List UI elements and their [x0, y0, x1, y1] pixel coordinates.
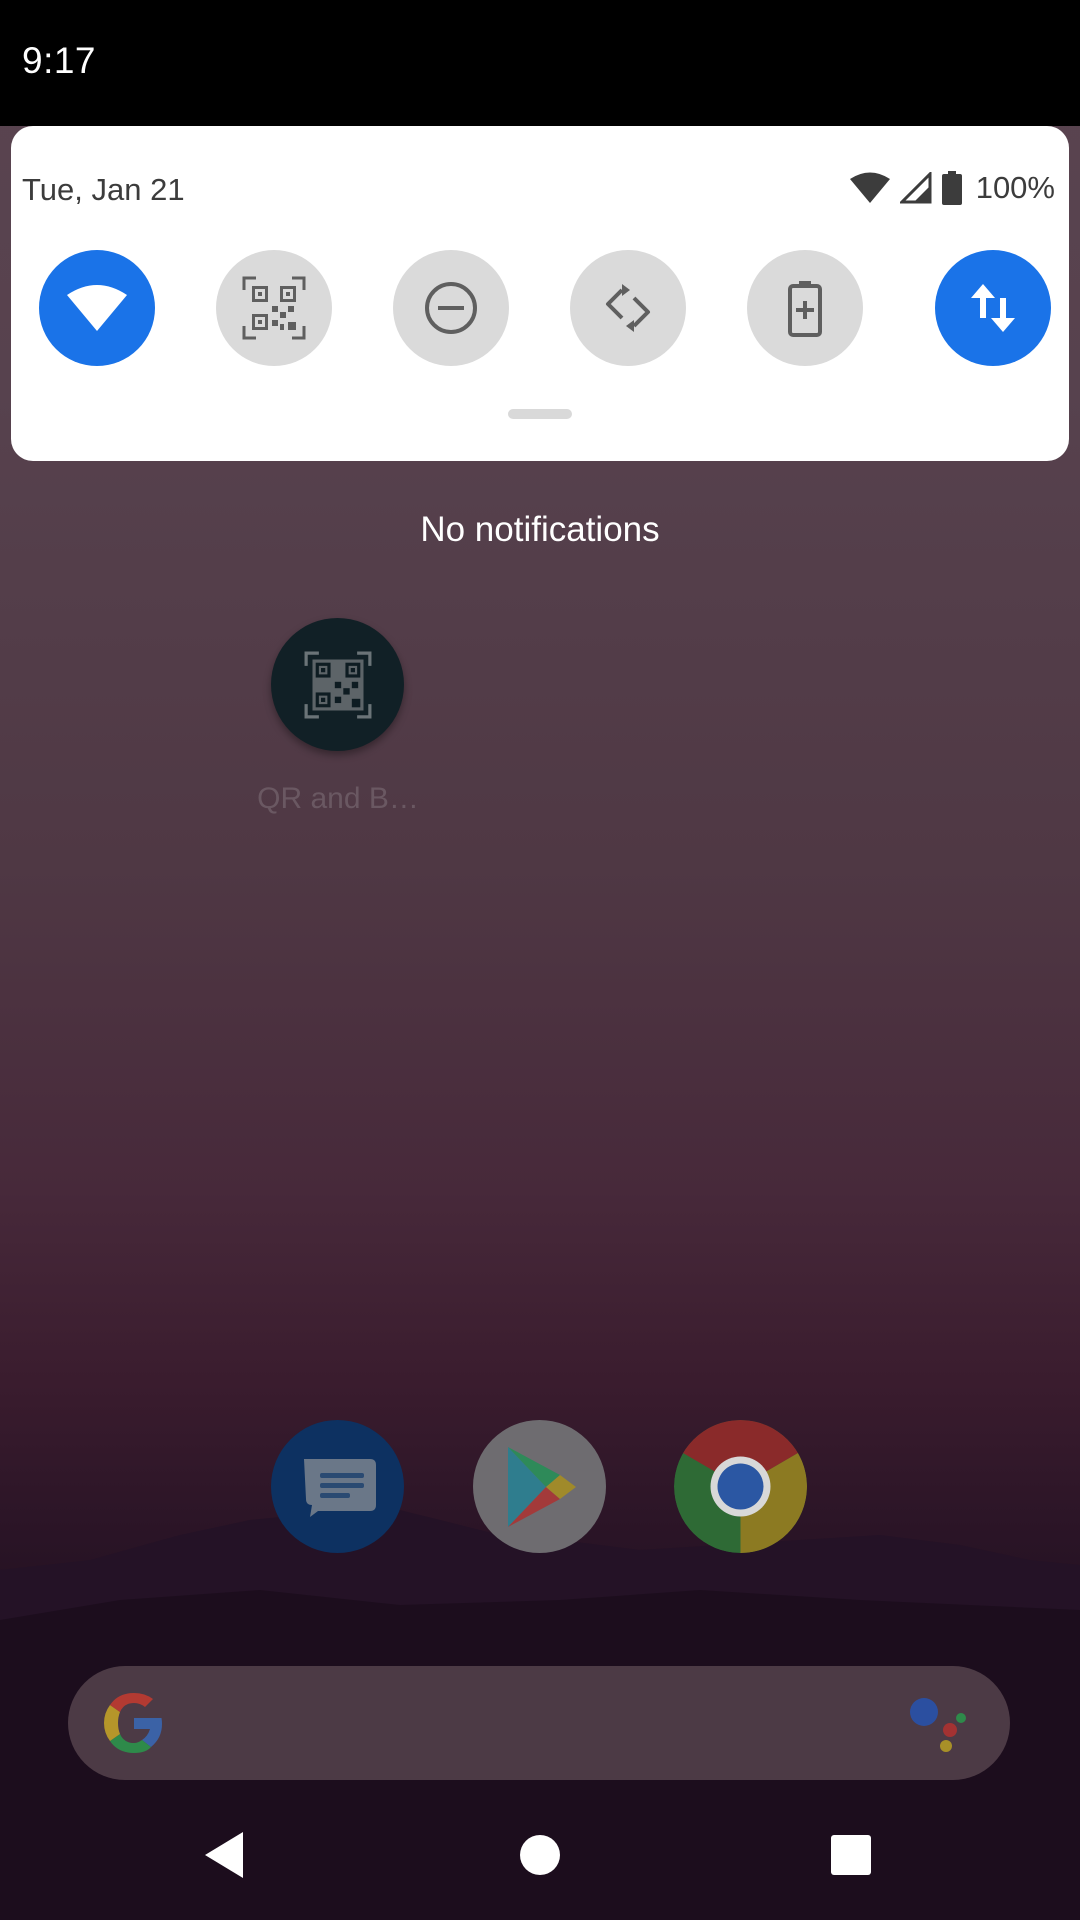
- app-label: QR and B…: [257, 782, 419, 815]
- qs-status-icons: 100%: [849, 166, 1055, 210]
- battery-saver-icon: [788, 281, 822, 337]
- google-g-icon: [104, 1693, 162, 1753]
- chrome-icon: [674, 1420, 807, 1553]
- qs-drag-handle[interactable]: [508, 409, 572, 419]
- messages-icon: [303, 1458, 376, 1517]
- dock-chrome-app[interactable]: [674, 1420, 807, 1553]
- qs-date[interactable]: Tue, Jan 21: [22, 172, 185, 208]
- cell-signal-icon: [899, 172, 932, 204]
- back-icon[interactable]: [203, 1830, 247, 1880]
- battery-percent: 100%: [975, 170, 1055, 205]
- google-search-bar[interactable]: [68, 1666, 1010, 1780]
- tile-auto-rotate[interactable]: [570, 250, 686, 366]
- status-time: 9:17: [22, 40, 97, 81]
- tile-qr-scanner[interactable]: [216, 250, 332, 366]
- qr-code-icon: [242, 276, 306, 340]
- dock-messages-app[interactable]: [271, 1420, 404, 1553]
- app-icon-qr-barcode[interactable]: [271, 618, 404, 751]
- tile-mobile-data[interactable]: [935, 250, 1051, 366]
- tile-wifi[interactable]: [39, 250, 155, 366]
- navigation-bar: [0, 1800, 1080, 1920]
- google-assistant-icon: [910, 1698, 966, 1752]
- mobile-data-icon: [971, 284, 1015, 332]
- do-not-disturb-icon: [425, 282, 477, 334]
- quick-settings-tiles: [39, 250, 1053, 366]
- tile-do-not-disturb[interactable]: [393, 250, 509, 366]
- wifi-icon: [67, 285, 127, 331]
- wifi-signal-icon: [849, 172, 890, 203]
- auto-rotate-icon: [606, 284, 650, 332]
- battery-icon: [941, 171, 962, 205]
- dock-play-store-app[interactable]: [473, 1420, 606, 1553]
- home-icon[interactable]: [519, 1834, 561, 1876]
- no-notifications-text: No notifications: [420, 510, 660, 549]
- status-bar: 9:17: [0, 0, 1080, 126]
- recents-icon[interactable]: [831, 1835, 871, 1875]
- play-store-icon: [507, 1446, 576, 1527]
- qr-code-icon: [304, 651, 371, 718]
- quick-settings-panel[interactable]: Tue, Jan 21 100%: [11, 126, 1069, 461]
- tile-battery-saver[interactable]: [747, 250, 863, 366]
